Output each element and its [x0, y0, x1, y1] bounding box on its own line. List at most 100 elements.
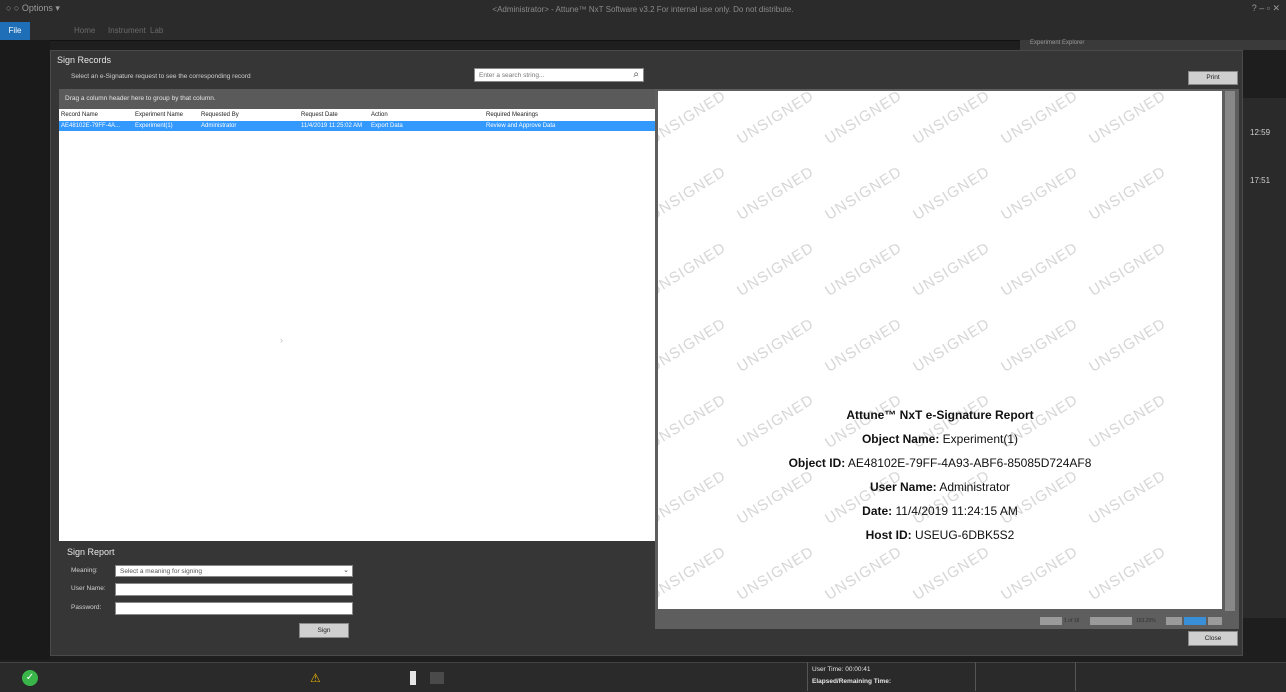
watermark-text: UNSIGNED	[822, 467, 906, 528]
zoom-in-button[interactable]	[1208, 617, 1222, 625]
watermark-text: UNSIGNED	[910, 91, 994, 148]
watermark-text: UNSIGNED	[822, 163, 906, 224]
column-header-experiment-name[interactable]: Experiment Name	[135, 112, 183, 118]
column-header-requested-by[interactable]: Requested By	[201, 112, 239, 118]
search-icon[interactable]: ⌕	[633, 69, 639, 80]
report-page: UNSIGNED UNSIGNED UNSIGNED UNSIGNED UNSIGNED…	[658, 91, 1222, 609]
close-button[interactable]: Close	[1188, 631, 1238, 646]
search-input[interactable]: Enter a search string... ⌕	[474, 68, 644, 82]
cell-action: Export Data	[371, 123, 403, 129]
status-ok-icon[interactable]: ✓	[22, 670, 38, 686]
cell-requested-by: Administrator	[201, 123, 237, 129]
cell-experiment-name: Experiment(1)	[135, 123, 173, 129]
status-panel	[975, 662, 1076, 691]
sign-report-title: Sign Report	[67, 547, 115, 557]
host-id-value: USEUG-6DBK5S2	[914, 528, 1015, 542]
watermark-text: UNSIGNED	[998, 91, 1082, 148]
page-nav-prev[interactable]	[1040, 617, 1062, 625]
plate-grid-icon[interactable]	[430, 672, 444, 684]
report-object-name: Object Name: Experiment(1)	[658, 432, 1222, 446]
meaning-label: Meaning:	[71, 567, 98, 574]
status-time-panel: User Time: 00:00:41 Elapsed/Remaining Ti…	[807, 662, 976, 691]
column-header-request-date[interactable]: Request Date	[301, 112, 338, 118]
search-placeholder: Enter a search string...	[479, 72, 545, 79]
watermark-text: UNSIGNED	[1086, 543, 1170, 604]
cell-record-name: AE48102E-79FF-4A...	[61, 123, 121, 129]
watermark-text: UNSIGNED	[1086, 239, 1170, 300]
report-user-name: User Name: Administrator	[658, 480, 1222, 494]
records-grid: Drag a column header here to group by th…	[59, 89, 671, 541]
file-tab[interactable]: File	[0, 22, 30, 40]
background-time: 12:59	[1250, 128, 1271, 137]
title-bar: ○ ○ Options ▾ <Administrator> - Attune™ …	[0, 0, 1286, 22]
window-controls[interactable]: ? – ▫ ✕	[1252, 3, 1280, 14]
dialog-title: Sign Records	[57, 55, 112, 65]
watermark-text: UNSIGNED	[998, 239, 1082, 300]
object-name-label: Object Name:	[861, 432, 940, 446]
watermark-text: UNSIGNED	[734, 543, 818, 604]
group-by-panel[interactable]: Drag a column header here to group by th…	[59, 89, 671, 109]
watermark-text: UNSIGNED	[998, 163, 1082, 224]
watermark-text: UNSIGNED	[734, 315, 818, 376]
background-time: 17:51	[1250, 176, 1271, 185]
watermark-text: UNSIGNED	[822, 315, 906, 376]
watermark-text: UNSIGNED	[658, 315, 730, 376]
object-id-label: Object ID:	[788, 456, 846, 470]
watermark-text: UNSIGNED	[1086, 467, 1170, 528]
cell-required-meanings: Review and Approve Data	[486, 123, 556, 129]
watermark-text: UNSIGNED	[998, 467, 1082, 528]
tab-home[interactable]: Home	[74, 26, 95, 35]
user-name-report-label: User Name:	[869, 480, 937, 494]
watermark-text: UNSIGNED	[822, 239, 906, 300]
user-name-field[interactable]	[115, 583, 353, 596]
column-header-record-name[interactable]: Record Name	[61, 112, 98, 118]
watermark-text: UNSIGNED	[910, 163, 994, 224]
grid-header: Record Name Experiment Name Requested By…	[59, 111, 671, 120]
watermark-text: UNSIGNED	[910, 239, 994, 300]
watermark-text: UNSIGNED	[658, 239, 730, 300]
sample-tube-icon[interactable]	[410, 671, 416, 685]
watermark-text: UNSIGNED	[734, 91, 818, 148]
sign-button[interactable]: Sign	[299, 623, 349, 638]
instruction-text: Select an e-Signature request to see the…	[71, 73, 251, 80]
table-row[interactable]: AE48102E-79FF-4A... Experiment(1) Admini…	[59, 121, 671, 131]
group-by-hint: Drag a column header here to group by th…	[65, 95, 216, 102]
elapsed-time-label: Elapsed/Remaining Time:	[812, 678, 891, 685]
page-nav-next[interactable]	[1090, 617, 1132, 625]
zoom-out-button[interactable]	[1166, 617, 1182, 625]
chevron-down-icon: ⌄	[343, 567, 349, 574]
report-preview: UNSIGNED UNSIGNED UNSIGNED UNSIGNED UNSIGNED…	[655, 89, 1239, 629]
report-host-id: Host ID: USEUG-6DBK5S2	[658, 528, 1222, 542]
watermark-text: UNSIGNED	[1086, 91, 1170, 148]
column-header-required-meanings[interactable]: Required Meanings	[486, 112, 538, 118]
page-indicator: 1 of 18	[1064, 618, 1080, 624]
host-id-label: Host ID:	[865, 528, 912, 542]
watermark-text: UNSIGNED	[910, 467, 994, 528]
status-panel	[1075, 662, 1176, 691]
zoom-indicator[interactable]: 163.25%	[1136, 617, 1156, 625]
password-field[interactable]	[115, 602, 353, 615]
tab-lab[interactable]: Lab	[150, 26, 163, 35]
zoom-slider[interactable]	[1184, 617, 1206, 625]
cursor-arrow-icon: ›	[280, 335, 283, 345]
instrument-warning-icon[interactable]: ⚠	[310, 671, 321, 685]
watermark-text: UNSIGNED	[998, 543, 1082, 604]
report-object-id: Object ID: AE48102E-79FF-4A93-ABF6-85085…	[658, 456, 1222, 470]
watermark-text: UNSIGNED	[734, 163, 818, 224]
report-title: Attune™ NxT e-Signature Report	[846, 408, 1034, 422]
background-left-pane	[0, 40, 50, 660]
watermark-text: UNSIGNED	[910, 543, 994, 604]
window-title: <Administrator> - Attune™ NxT Software v…	[492, 5, 794, 14]
watermark-text: UNSIGNED	[822, 543, 906, 604]
report-scrollbar[interactable]	[1225, 91, 1235, 611]
column-header-action[interactable]: Action	[371, 112, 388, 118]
report-date: Date: 11/4/2019 11:24:15 AM	[658, 504, 1222, 518]
user-name-value: Administrator	[939, 480, 1011, 494]
watermark-text: UNSIGNED	[658, 163, 730, 224]
tab-instrument[interactable]: Instrument	[108, 26, 146, 35]
meaning-select[interactable]: Select a meaning for signing ⌄	[115, 565, 353, 577]
date-label: Date:	[862, 504, 893, 518]
watermark-text: UNSIGNED	[658, 91, 730, 148]
user-time: User Time: 00:00:41	[812, 666, 871, 673]
print-button[interactable]: Print	[1188, 71, 1238, 85]
